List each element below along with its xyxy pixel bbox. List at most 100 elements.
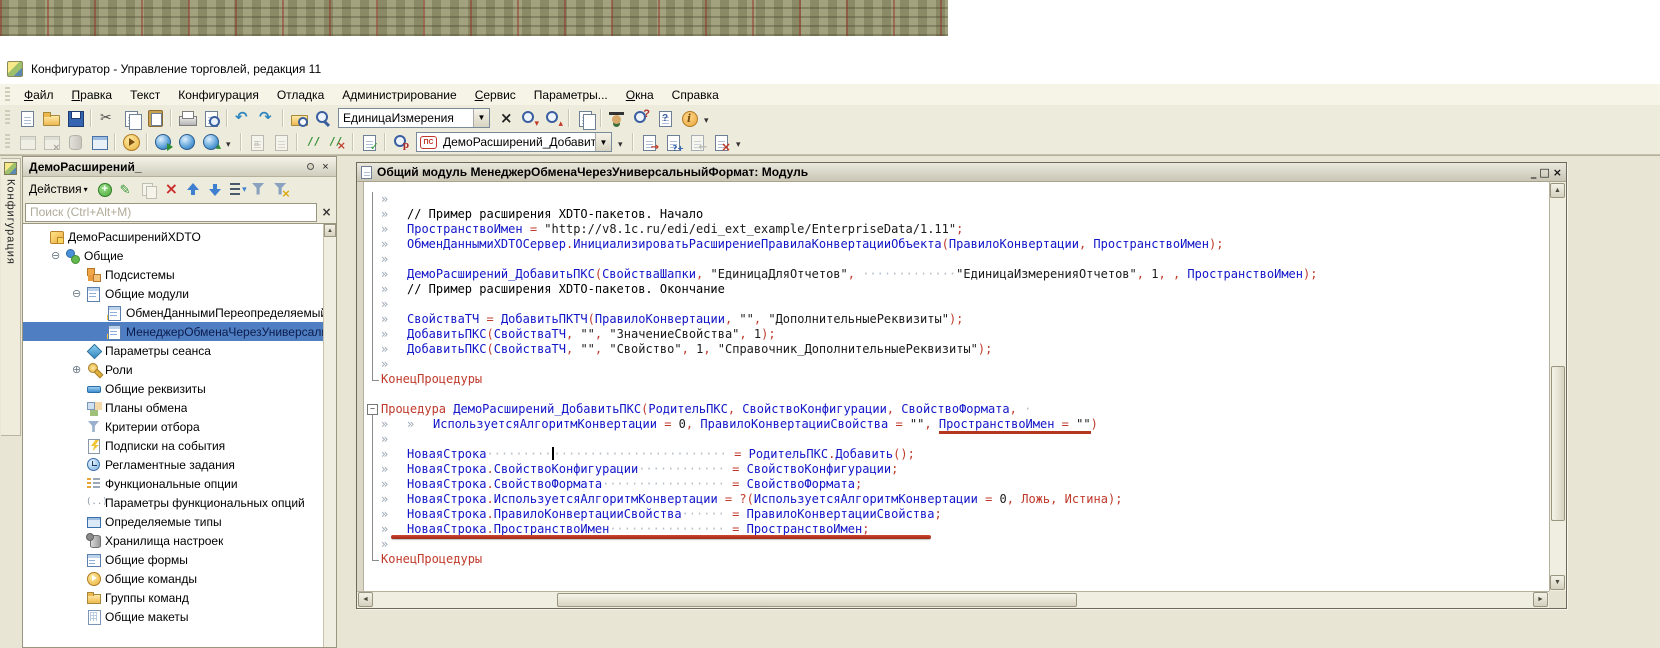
sort-icon[interactable] [227,180,247,199]
object-tree[interactable]: ДемоРасширенийXDTO⊖ОбщиеПодсистемы⊖Общие… [23,224,323,647]
procedure-overflow-icon[interactable] [616,131,628,153]
bookmarks-overflow-icon[interactable] [734,131,746,153]
tree-item-19[interactable]: Группы команд [23,588,323,607]
menu-item-9[interactable]: Окна [617,86,663,104]
expand-icon[interactable]: ⊕ [72,363,86,377]
menu-item-1[interactable]: Файл [15,86,63,104]
new-document-icon[interactable] [16,107,38,129]
maximize-icon[interactable]: □ [1539,166,1549,179]
menu-item-10[interactable]: Справка [663,86,728,104]
move-up-icon[interactable] [183,180,203,199]
tree-item-7[interactable]: ⊕Роли [23,360,323,379]
tree-item-18[interactable]: Общие команды [23,569,323,588]
search-input[interactable] [25,203,317,222]
edit-icon[interactable] [117,180,137,199]
debug-web-client-icon[interactable] [176,131,198,153]
toolbar-grip[interactable] [5,134,10,150]
tree-item-12[interactable]: Регламентные задания [23,455,323,474]
combobox-dropdown-icon[interactable]: ▼ [473,109,489,127]
scroll-up-icon[interactable]: ▲ [1550,183,1565,198]
help-contents-icon[interactable] [654,107,676,129]
print-icon[interactable] [176,107,198,129]
syntax-assistant-icon[interactable] [606,107,628,129]
menu-item-2[interactable]: Правка [63,86,122,104]
tree-item-3[interactable]: ⊖Общие модули [23,284,323,303]
vertical-scroll-thumb[interactable] [1551,366,1565,521]
collapse-icon[interactable]: ⊖ [72,287,86,301]
about-icon[interactable] [678,107,700,129]
scroll-right-icon[interactable]: ► [1533,592,1548,607]
debug-thin-client-icon[interactable] [152,131,174,153]
menu-item-6[interactable]: Администрирование [333,86,465,104]
tree-item-6[interactable]: Параметры сеанса [23,341,323,360]
scroll-down-icon[interactable]: ▼ [1550,575,1565,590]
add-icon[interactable] [95,180,115,199]
redo-icon[interactable] [256,107,278,129]
comment-selection-icon[interactable] [302,131,324,153]
tree-item-8[interactable]: Общие реквизиты [23,379,323,398]
menu-item-4[interactable]: Конфигурация [169,86,268,104]
chevron-down-icon[interactable]: ▾ [84,185,88,194]
paste-icon[interactable] [144,107,166,129]
toggle-bookmark-icon[interactable] [662,131,684,153]
tree-item-0[interactable]: ДемоРасширенийXDTO [23,227,323,246]
tree-item-17[interactable]: Общие формы [23,550,323,569]
tree-item-9[interactable]: Планы обмена [23,398,323,417]
cut-icon[interactable] [96,107,118,129]
syntax-check-module-icon[interactable] [358,131,380,153]
minimize-icon[interactable]: _ [1531,166,1537,179]
collapse-toggle-icon[interactable] [365,402,381,417]
menu-grip[interactable] [5,87,10,103]
tree-item-10[interactable]: Критерии отбора [23,417,323,436]
uncomment-selection-icon[interactable] [326,131,348,153]
clear-search-icon[interactable]: × [319,205,334,220]
save-icon[interactable] [64,107,86,129]
tree-item-5[interactable]: МенеджерОбменаЧерезУниверсальныйФормат [23,322,323,341]
start-debugging-icon[interactable] [120,131,142,153]
find-previous-icon[interactable] [542,107,564,129]
toolbar-grip[interactable] [5,110,10,126]
vertical-scrollbar[interactable]: ▲ ▼ [1549,182,1566,591]
tree-item-14[interactable]: Параметры функциональных опций [23,493,323,512]
tree-item-13[interactable]: Функциональные опции [23,474,323,493]
search-combobox[interactable]: ЕдиницаИзмерения▼ [338,108,490,128]
print-preview-icon[interactable] [200,107,222,129]
collapse-icon[interactable]: ⊖ [51,249,65,263]
move-down-icon[interactable] [205,180,225,199]
toolbar-overflow-icon[interactable] [702,107,714,129]
tree-item-15[interactable]: Определяемые типы [23,512,323,531]
close-icon[interactable]: × [1553,166,1562,179]
filter-icon[interactable] [249,180,269,199]
tree-item-2[interactable]: Подсистемы [23,265,323,284]
previous-bookmark-icon[interactable] [686,131,708,153]
menu-item-7[interactable]: Сервис [466,86,525,104]
breakpoint-gutter[interactable] [357,182,364,591]
tree-item-16[interactable]: Хранилища настроек [23,531,323,550]
clear-bookmarks-icon[interactable] [710,131,732,153]
combobox-dropdown-icon[interactable]: ▼ [595,133,611,151]
tree-item-11[interactable]: Подписки на события [23,436,323,455]
tree-scrollbar[interactable]: ▲ [323,224,336,647]
code-area[interactable]: »»// Пример расширения XDTO-пакетов. Нач… [365,182,1549,591]
copy-icon[interactable] [120,107,142,129]
open-icon[interactable] [40,107,62,129]
tree-item-4[interactable]: ОбменДаннымиПереопределяемый [23,303,323,322]
configuration-objects-icon[interactable] [88,131,110,153]
filter-clear-icon[interactable] [271,180,291,199]
panel-close-icon[interactable]: × [318,159,333,174]
undo-icon[interactable] [232,107,254,129]
next-bookmark-icon[interactable] [638,131,660,153]
find-icon[interactable] [312,107,334,129]
horizontal-scroll-thumb[interactable] [557,593,1077,607]
actions-menu-button[interactable]: Действия [29,182,82,196]
global-search-icon[interactable] [288,107,310,129]
menu-item-3[interactable]: Текст [121,86,169,104]
procedures-functions-icon[interactable] [390,131,412,153]
tree-item-1[interactable]: ⊖Общие [23,246,323,265]
window-list-icon[interactable] [574,107,596,129]
tree-item-20[interactable]: Общие макеты [23,607,323,626]
help-search-icon[interactable] [630,107,652,129]
pin-icon[interactable] [303,159,318,174]
scroll-left-icon[interactable]: ◄ [358,592,373,607]
find-next-icon[interactable] [518,107,540,129]
